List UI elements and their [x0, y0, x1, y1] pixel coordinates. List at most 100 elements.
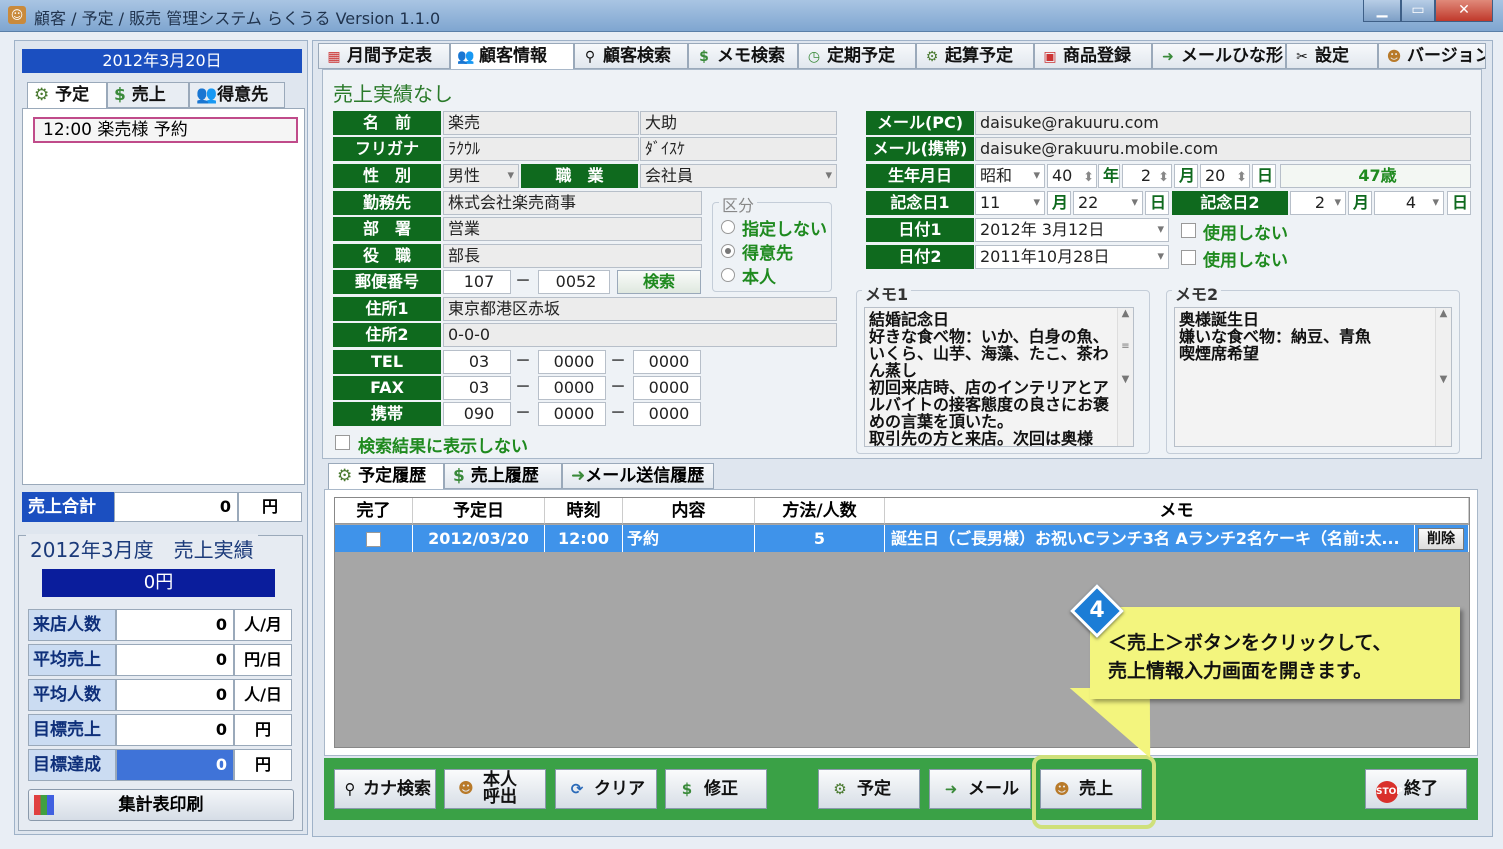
tab-memo-search[interactable]: $ メモ検索: [688, 43, 798, 69]
zip1-field[interactable]: 107: [443, 270, 511, 294]
tab-customer-search[interactable]: ⚲ 顧客検索: [574, 43, 688, 69]
stat-label-target-sales: 目標売上: [28, 714, 116, 746]
date1-not-used-label: 使用しない: [1203, 224, 1288, 244]
tab-customer-info[interactable]: 👥 顧客情報: [450, 43, 574, 71]
date1-not-used-checkbox[interactable]: [1181, 223, 1196, 238]
kana-search-button[interactable]: ⚲ カナ検索: [334, 769, 436, 809]
birth-day-spinner[interactable]: 20: [1200, 164, 1250, 188]
mobile3-field[interactable]: 0000: [633, 402, 701, 426]
minimize-button[interactable]: ▁: [1363, 0, 1401, 22]
tab-sales-history[interactable]: $ 売上履歴: [444, 463, 562, 489]
memo1-textarea[interactable]: 結婚記念日 好きな食べ物：いか、白身の魚、いくら、山芋、海藻、たこ、茶わん蒸し …: [864, 307, 1134, 447]
birth-year-spinner[interactable]: 40: [1047, 164, 1097, 188]
month-unit: 月: [1174, 164, 1198, 188]
radio-client[interactable]: [721, 244, 735, 258]
anniversary1-day-unit: 日: [1145, 191, 1169, 215]
memo1-title: メモ1: [862, 281, 912, 305]
tel1-field[interactable]: 03: [443, 350, 511, 374]
money-bag-icon: $: [681, 780, 693, 798]
appointment-list: [22, 108, 305, 485]
column-header-memo[interactable]: メモ: [885, 498, 1469, 524]
tab-mail-templates[interactable]: ➜ メールひな形: [1152, 43, 1286, 69]
address1-field[interactable]: 東京都港区赤坂: [443, 297, 837, 321]
exit-button[interactable]: STOP終了: [1365, 769, 1467, 809]
birth-era-select[interactable]: 昭和: [975, 164, 1045, 188]
tab-monthly-schedule[interactable]: ▦ 月間予定表: [318, 43, 450, 69]
edit-button[interactable]: $ 修正: [665, 769, 767, 809]
done-checkbox[interactable]: [366, 532, 381, 547]
mobile1-field[interactable]: 090: [443, 402, 511, 426]
column-header-content[interactable]: 内容: [623, 498, 755, 524]
first-name-field[interactable]: 大助: [640, 111, 837, 135]
birth-month-spinner[interactable]: 2: [1122, 164, 1172, 188]
label-date1: 日付1: [866, 218, 974, 242]
appointment-item[interactable]: 12:00 楽売様 予約: [33, 117, 298, 143]
tab-schedule-history[interactable]: ⚙ 予定履歴: [328, 463, 444, 491]
row-date-cell: 2012/03/20: [413, 525, 545, 552]
mobile2-field[interactable]: 0000: [538, 402, 606, 426]
tab-regular-schedule[interactable]: ◷ 定期予定: [798, 43, 916, 69]
date2-picker[interactable]: 2011年10月28日: [975, 245, 1169, 269]
column-header-time[interactable]: 時刻: [545, 498, 623, 524]
address2-field[interactable]: 0-0-0: [443, 323, 837, 347]
stat-label-target-achieved: 目標達成: [28, 749, 116, 781]
close-button[interactable]: ✕: [1435, 0, 1493, 22]
column-header-done[interactable]: 完了: [335, 498, 413, 524]
row-content-cell: 予約: [623, 525, 755, 552]
anniversary1-month-select[interactable]: 11: [975, 191, 1045, 215]
delete-row-button[interactable]: 削除: [1418, 528, 1464, 550]
fax2-field[interactable]: 0000: [538, 376, 606, 400]
anniversary2-month-select[interactable]: 2: [1290, 191, 1346, 215]
furigana-first-field[interactable]: ﾀﾞｲｽｹ: [640, 137, 837, 161]
tel3-field[interactable]: 0000: [633, 350, 701, 374]
tel2-field[interactable]: 0000: [538, 350, 606, 374]
maximize-button[interactable]: ▭: [1401, 0, 1435, 22]
schedule-button[interactable]: ⚙ 予定: [818, 769, 920, 809]
mail-mobile-field[interactable]: daisuke@rakuuru.mobile.com: [975, 137, 1471, 161]
memo2-scrollbar[interactable]: ▲ ▼: [1435, 308, 1451, 446]
column-header-date[interactable]: 予定日: [413, 498, 545, 524]
date1-picker[interactable]: 2012年 3月12日: [975, 218, 1169, 242]
column-header-method-people[interactable]: 方法/人数: [755, 498, 885, 524]
day-unit: 日: [1252, 164, 1276, 188]
magnifier-icon: ⚲: [344, 780, 356, 798]
position-field[interactable]: 部長: [443, 244, 702, 268]
tab-mail-history[interactable]: ➜メール送信履歴: [562, 463, 714, 489]
tab-product-registration[interactable]: ▣ 商品登録: [1034, 43, 1152, 69]
memo1-scrollbar[interactable]: ▲ ≡ ▼: [1117, 308, 1133, 446]
clear-button[interactable]: ⟳ クリア: [555, 769, 657, 809]
company-field[interactable]: 株式会社楽売商事: [443, 191, 702, 215]
date2-not-used-checkbox[interactable]: [1181, 250, 1196, 265]
fax3-field[interactable]: 0000: [633, 376, 701, 400]
category-title: 区分: [719, 192, 758, 216]
fax1-field[interactable]: 03: [443, 376, 511, 400]
left-tab-sales[interactable]: $ 売上: [107, 82, 189, 108]
mail-pc-field[interactable]: daisuke@rakuuru.com: [975, 111, 1471, 135]
last-name-field[interactable]: 楽売: [443, 111, 639, 135]
left-tab-customers[interactable]: 👥得意先: [189, 82, 285, 108]
department-field[interactable]: 営業: [443, 217, 702, 241]
anniversary1-day-select[interactable]: 22: [1073, 191, 1143, 215]
radio-unspecified[interactable]: [721, 220, 735, 234]
tab-version[interactable]: ☻ バージョン: [1378, 43, 1486, 69]
radio-self[interactable]: [721, 268, 735, 282]
left-tab-schedule[interactable]: ⚙ 予定: [27, 82, 107, 109]
money-bag-icon: $: [699, 49, 709, 65]
mail-button[interactable]: ➜ メール: [929, 769, 1031, 809]
hide-in-search-checkbox[interactable]: [335, 435, 350, 450]
print-summary-button[interactable]: 集計表印刷: [28, 789, 294, 821]
call-customer-button[interactable]: ☻ 本人 呼出: [444, 769, 546, 809]
table-row[interactable]: [335, 525, 413, 552]
calendar-icon: ⚙: [34, 85, 50, 105]
tab-reckoning-schedule[interactable]: ⚙ 起算予定: [916, 43, 1034, 69]
memo2-textarea[interactable]: 奥様誕生日 嫌いな食べ物：納豆、青魚 喫煙席希望: [1174, 307, 1452, 447]
anniversary2-day-select[interactable]: 4: [1374, 191, 1444, 215]
zip2-field[interactable]: 0052: [538, 270, 610, 294]
furigana-last-field[interactable]: ﾗｸｳﾙ: [443, 137, 639, 161]
stat-label-avg-people: 平均人数: [28, 679, 116, 711]
tab-settings[interactable]: ✂ 設定: [1286, 43, 1378, 69]
gender-select[interactable]: 男性: [443, 164, 519, 188]
label-furigana: フリガナ: [333, 137, 441, 161]
zip-search-button[interactable]: 検索: [617, 270, 701, 294]
job-select[interactable]: 会社員: [640, 164, 837, 188]
